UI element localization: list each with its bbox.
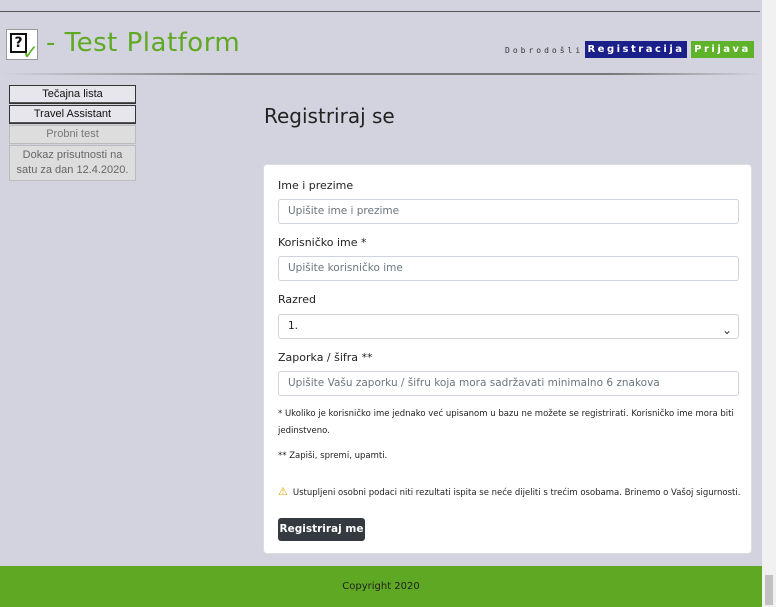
username-note: * Ukoliko je korisničko ime jednako već … <box>278 409 734 436</box>
password-label: Zaporka / šifra ** <box>278 351 373 364</box>
fullname-label: Ime i prezime <box>278 179 354 192</box>
logo[interactable]: ? ✓ <box>6 29 39 64</box>
submit-button[interactable]: Registriraj me <box>278 518 365 541</box>
privacy-warning-text: Ustupljeni osobni podaci niti rezultati … <box>292 488 741 498</box>
brand-title: - Test Platform <box>46 28 241 58</box>
sidebar-item-attendance-proof[interactable]: Dokaz prisutnosti na satu za dan 12.4.20… <box>9 145 136 181</box>
footer: Copyright 2020 <box>0 566 762 607</box>
grade-select-value: 1. <box>288 320 299 332</box>
register-button[interactable]: Registracija <box>585 41 687 58</box>
password-input[interactable]: Upišite Vašu zaporku / šifru koja mora s… <box>278 371 739 396</box>
header-divider <box>0 73 760 75</box>
welcome-text: Dobrodošli <box>505 46 584 55</box>
grade-select[interactable]: 1. ⌄ <box>278 314 739 339</box>
sidebar-item-practice-test[interactable]: Probni test <box>9 125 136 144</box>
grade-label: Razred <box>278 293 316 306</box>
privacy-warning: ⚠ Ustupljeni osobni podaci niti rezultati… <box>278 485 740 498</box>
sidebar: Tečajna lista Travel Assistant Probni te… <box>9 85 137 182</box>
page-title: Registriraj se <box>264 104 395 128</box>
sidebar-item-travel-assistant[interactable]: Travel Assistant <box>9 105 136 124</box>
checkmark-icon: ✓ <box>22 40 39 64</box>
header: ? ✓ - Test Platform Dobrodošli Registrac… <box>0 12 760 74</box>
username-input[interactable]: Upišite korisničko ime <box>278 256 739 281</box>
scrollbar-thumb[interactable] <box>765 575 773 605</box>
fullname-input[interactable]: Upišite ime i prezime <box>278 199 739 224</box>
scrollbar[interactable] <box>762 0 776 607</box>
username-label: Korisničko ime * <box>278 236 367 249</box>
warning-icon: ⚠ <box>278 485 288 498</box>
password-note: ** Zapiši, spremi, upamti. <box>278 451 388 461</box>
registration-form: Ime i prezime Upišite ime i prezime Kori… <box>263 164 752 554</box>
login-button[interactable]: Prijava <box>691 41 754 58</box>
chevron-down-icon: ⌄ <box>721 323 732 337</box>
copyright-text: Copyright 2020 <box>342 581 420 592</box>
sidebar-item-exchange-rates[interactable]: Tečajna lista <box>9 85 136 104</box>
